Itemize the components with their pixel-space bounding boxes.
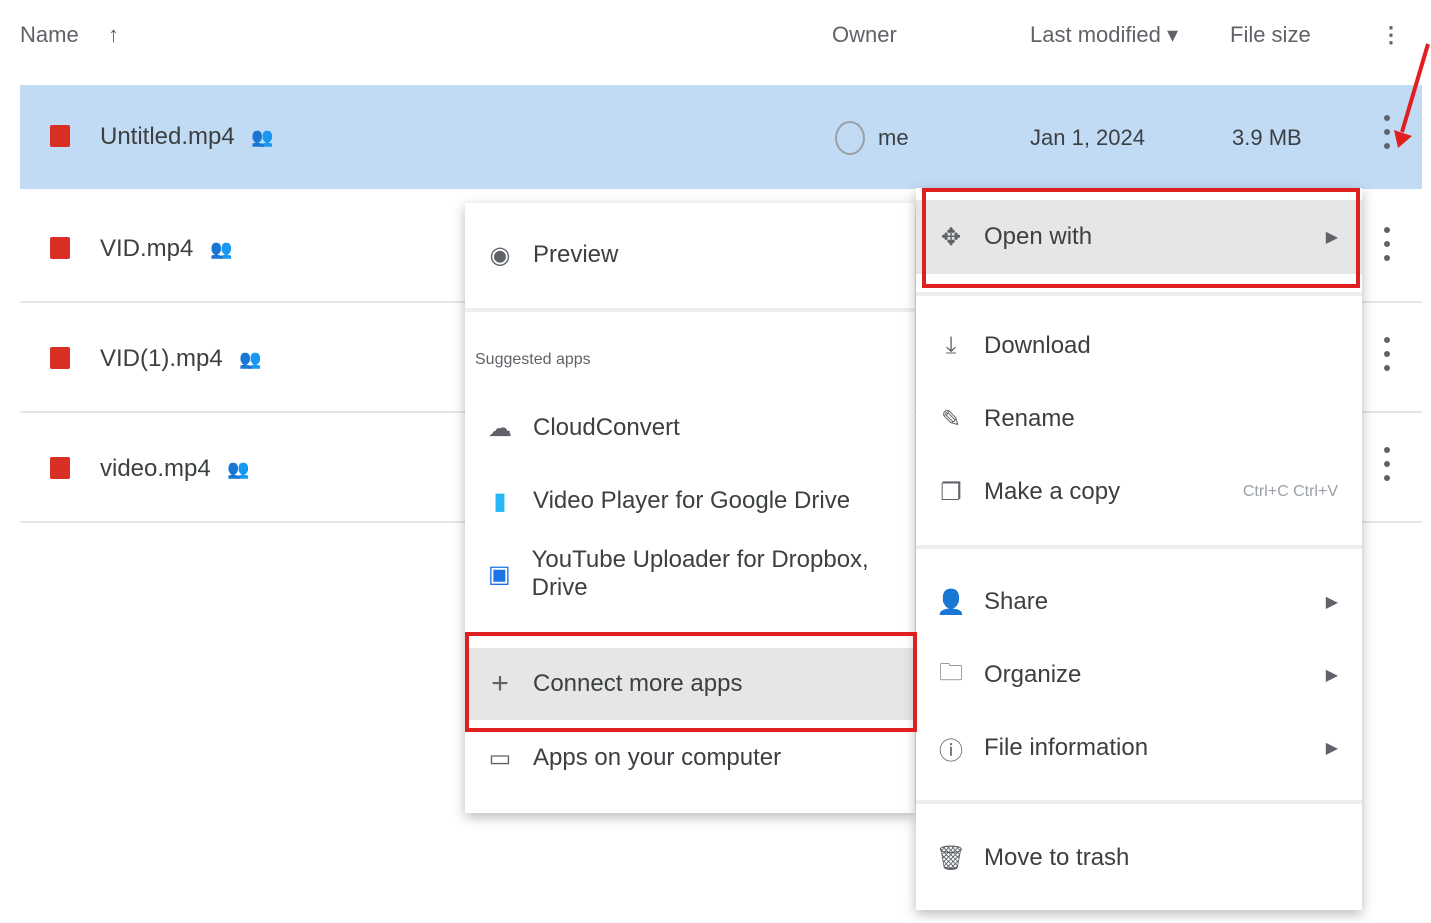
laptop-icon: ▭ bbox=[488, 744, 512, 772]
trash-icon: 🗑 bbox=[935, 844, 967, 872]
chevron-right-icon: ▶ bbox=[1325, 594, 1338, 611]
menu-divider bbox=[465, 308, 915, 312]
video-file-icon bbox=[50, 347, 70, 369]
info-icon: ⓘ bbox=[939, 737, 963, 765]
menu-divider bbox=[916, 545, 1362, 549]
menu-item-app[interactable]: ▮ Video Player for Google Drive bbox=[465, 471, 915, 531]
header-last-modified[interactable]: Last modified ▾ bbox=[1030, 22, 1178, 48]
video-file-icon bbox=[50, 457, 70, 479]
annotation-arrow-icon bbox=[1394, 43, 1430, 148]
more-actions-button[interactable] bbox=[1384, 227, 1390, 263]
video-file-icon bbox=[50, 237, 70, 259]
connect-more-apps-button[interactable]: + Connect more apps bbox=[465, 648, 915, 720]
eye-icon: ◉ bbox=[489, 241, 511, 269]
menu-item-app[interactable]: ☁ CloudConvert bbox=[465, 398, 915, 458]
youtube-uploader-icon: ▣ bbox=[487, 560, 511, 588]
chevron-right-icon: ▶ bbox=[1325, 740, 1338, 757]
menu-item-rename[interactable]: ✎ Rename bbox=[916, 389, 1362, 449]
menu-item-share[interactable]: 👤 Share ▶ bbox=[916, 572, 1362, 632]
menu-item-file-information[interactable]: ⓘ File information ▶ bbox=[916, 718, 1362, 778]
menu-item-open-with[interactable]: ✥ Open with ▶ bbox=[916, 200, 1362, 274]
menu-divider bbox=[916, 800, 1362, 804]
person-add-icon: 👤 bbox=[936, 588, 966, 616]
sort-arrow-icon[interactable]: ↑ bbox=[108, 22, 119, 48]
menu-item-make-copy[interactable]: ❐ Make a copy Ctrl+C Ctrl+V bbox=[916, 462, 1362, 522]
people-icon: 👥 bbox=[239, 349, 262, 370]
file-row[interactable]: Untitled.mp4 👥 me Jan 1, 2024 3.9 MB bbox=[20, 85, 1422, 189]
open-with-submenu: ◉ Preview Suggested apps ☁ CloudConvert … bbox=[465, 203, 915, 813]
menu-item-app[interactable]: ▣ YouTube Uploader for Dropbox, Drive bbox=[465, 544, 915, 604]
download-icon: ⤓ bbox=[945, 332, 957, 359]
file-name: VID.mp4 bbox=[100, 235, 194, 262]
owner-label: me bbox=[878, 125, 909, 150]
file-name: VID(1).mp4 bbox=[100, 345, 223, 372]
people-icon: 👥 bbox=[210, 239, 233, 260]
menu-item-computer-apps[interactable]: ▭ Apps on your computer bbox=[465, 728, 915, 788]
folder-icon: 🗀 bbox=[939, 658, 963, 686]
menu-divider bbox=[916, 292, 1362, 296]
context-menu: ✥ Open with ▶ ⤓ Download ✎ Rename ❐ Make… bbox=[916, 188, 1362, 910]
move-arrows-icon: ✥ bbox=[940, 223, 962, 251]
people-icon: 👥 bbox=[251, 127, 274, 148]
file-size: 3.9 MB bbox=[1232, 125, 1302, 150]
menu-item-organize[interactable]: 🗀 Organize ▶ bbox=[916, 645, 1362, 705]
avatar bbox=[835, 121, 865, 155]
more-actions-button[interactable] bbox=[1384, 447, 1390, 483]
video-player-icon: ▮ bbox=[493, 487, 507, 515]
header-name[interactable]: Name bbox=[20, 22, 79, 48]
file-name: video.mp4 bbox=[100, 455, 211, 482]
header-file-size: File size bbox=[1230, 22, 1311, 47]
cloudconvert-icon: ☁ bbox=[488, 414, 512, 442]
shortcut-label: Ctrl+C Ctrl+V bbox=[1242, 483, 1338, 500]
people-icon: 👥 bbox=[227, 459, 250, 480]
section-label: Suggested apps bbox=[475, 351, 591, 368]
file-name: Untitled.mp4 bbox=[100, 123, 235, 150]
chevron-right-icon: ▶ bbox=[1325, 229, 1338, 246]
menu-item-move-to-trash[interactable]: 🗑 Move to trash bbox=[916, 828, 1362, 888]
video-file-icon bbox=[50, 125, 70, 147]
chevron-right-icon: ▶ bbox=[1325, 667, 1338, 684]
menu-item-preview[interactable]: ◉ Preview bbox=[465, 225, 915, 285]
modified-date: Jan 1, 2024 bbox=[1030, 125, 1145, 150]
pencil-icon: ✎ bbox=[940, 405, 962, 433]
header-owner: Owner bbox=[832, 22, 897, 47]
plus-icon: + bbox=[491, 667, 509, 700]
more-actions-button[interactable] bbox=[1384, 337, 1390, 373]
menu-item-download[interactable]: ⤓ Download bbox=[916, 316, 1362, 376]
copy-icon: ❐ bbox=[940, 478, 962, 506]
